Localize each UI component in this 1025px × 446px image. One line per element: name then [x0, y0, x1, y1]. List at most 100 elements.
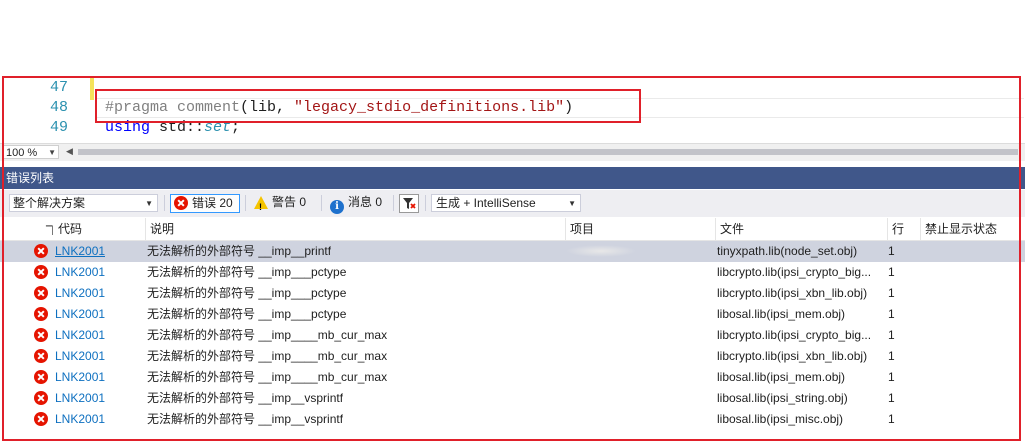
table-row[interactable]: LNK2001 无法解析的外部符号 __imp__printf tinyxpat…: [0, 241, 1025, 262]
table-row[interactable]: LNK2001 无法解析的外部符号 __imp___pctype libcryp…: [0, 262, 1025, 283]
error-icon: [34, 286, 48, 300]
line-number: 49: [49, 119, 68, 136]
change-indicator: [90, 78, 94, 100]
error-icon: [34, 328, 48, 342]
line-number: 48: [49, 99, 68, 116]
error-line: 1: [888, 286, 895, 300]
error-code-link[interactable]: LNK2001: [55, 304, 105, 325]
error-code-link[interactable]: LNK2001: [55, 283, 105, 304]
error-code-link[interactable]: LNK2001: [55, 262, 105, 283]
table-row[interactable]: LNK2001 无法解析的外部符号 __imp___pctype libcryp…: [0, 283, 1025, 304]
table-row[interactable]: LNK2001 无法解析的外部符号 __imp__vsprintf libosa…: [0, 409, 1025, 430]
header-description[interactable]: 说明: [146, 218, 566, 240]
namespace-text: std::: [150, 119, 205, 136]
error-line: 1: [888, 391, 895, 405]
error-file: libosal.lib(ipsi_mem.obj): [717, 307, 846, 321]
error-description: 无法解析的外部符号 __imp____mb_cur_max: [147, 328, 388, 342]
code-line-pragma[interactable]: #pragma comment(lib, "legacy_stdio_defin…: [105, 99, 573, 116]
build-source-value: 生成 + IntelliSense: [436, 196, 536, 210]
header-project[interactable]: 项目: [566, 218, 716, 240]
chevron-down-icon: ▼: [145, 199, 153, 208]
table-row[interactable]: LNK2001 无法解析的外部符号 __imp___pctype libosal…: [0, 304, 1025, 325]
table-row[interactable]: LNK2001 无法解析的外部符号 __imp____mb_cur_max li…: [0, 367, 1025, 388]
errors-count-label: 错误 20: [192, 196, 233, 210]
header-suppression-state[interactable]: 禁止显示状态: [921, 218, 1025, 240]
table-row[interactable]: LNK2001 无法解析的外部符号 __imp__vsprintf libosa…: [0, 388, 1025, 409]
messages-count-label: 消息 0: [348, 195, 383, 209]
error-line: 1: [888, 265, 895, 279]
error-icon: [34, 244, 48, 258]
error-icon: [34, 412, 48, 426]
pragma-args-close: ): [564, 99, 574, 116]
error-icon: [34, 391, 48, 405]
scope-dropdown[interactable]: 整个解决方案 ▼: [9, 194, 158, 212]
error-description: 无法解析的外部符号 __imp___pctype: [147, 286, 347, 300]
error-description: 无法解析的外部符号 __imp__vsprintf: [147, 391, 344, 405]
pragma-directive: #pragma comment: [105, 99, 241, 116]
warning-icon: !: [254, 196, 268, 212]
table-row[interactable]: LNK2001 无法解析的外部符号 __imp____mb_cur_max li…: [0, 325, 1025, 346]
error-icon: [34, 307, 48, 321]
header-line[interactable]: 行: [888, 218, 921, 240]
error-code-link[interactable]: LNK2001: [55, 409, 105, 430]
error-code-link[interactable]: LNK2001: [55, 388, 105, 409]
error-description: 无法解析的外部符号 __imp___pctype: [147, 265, 347, 279]
code-line-using[interactable]: using std::set;: [105, 119, 240, 136]
code-editor[interactable]: 47 48 49 #pragma comment(lib, "legacy_st…: [0, 78, 1025, 142]
warnings-count-label: 警告 0: [272, 195, 307, 209]
scroll-left-icon[interactable]: ◀: [66, 146, 73, 157]
error-code-link[interactable]: LNK2001: [55, 367, 105, 388]
zoom-dropdown[interactable]: 100 % ▼: [3, 145, 59, 159]
pragma-args-open: (lib,: [240, 99, 295, 116]
error-line: 1: [888, 412, 895, 426]
error-file: libcrypto.lib(ipsi_xbn_lib.obj): [717, 349, 868, 363]
header-icon-column[interactable]: ▔▏: [0, 218, 58, 240]
error-file: libcrypto.lib(ipsi_crypto_big...: [717, 328, 872, 342]
table-row[interactable]: LNK2001 无法解析的外部符号 __imp____mb_cur_max li…: [0, 346, 1025, 367]
header-file[interactable]: 文件: [716, 218, 888, 240]
error-line: 1: [888, 307, 895, 321]
warnings-filter-button[interactable]: ! 警告 0: [251, 194, 315, 213]
error-line: 1: [888, 244, 895, 258]
toolbar-divider: [245, 195, 246, 211]
library-string: "legacy_stdio_definitions.lib": [294, 99, 565, 116]
error-description: 无法解析的外部符号 __imp__printf: [147, 244, 332, 258]
build-source-dropdown[interactable]: 生成 + IntelliSense ▼: [431, 194, 581, 212]
error-file: libosal.lib(ipsi_mem.obj): [717, 370, 846, 384]
error-code-link[interactable]: LNK2001: [55, 346, 105, 367]
error-icon: [34, 265, 48, 279]
table-header: ▔▏ 代码 说明 项目 文件 行 禁止显示状态: [0, 218, 1025, 241]
toolbar-divider: [425, 195, 426, 211]
info-icon: i: [330, 200, 344, 214]
errors-filter-button[interactable]: 错误 20: [170, 194, 240, 213]
toolbar-divider: [393, 195, 394, 211]
header-code[interactable]: 代码: [54, 218, 146, 240]
error-description: 无法解析的外部符号 __imp__vsprintf: [147, 412, 344, 426]
editor-zoom-bar: 100 % ▼ ◀: [0, 143, 1025, 161]
line-number: 47: [49, 79, 68, 96]
error-description: 无法解析的外部符号 __imp____mb_cur_max: [147, 370, 388, 384]
messages-filter-button[interactable]: i 消息 0: [327, 194, 387, 214]
zoom-value: 100 %: [6, 147, 38, 159]
error-list-title: 错误列表: [0, 167, 1025, 189]
error-code-link[interactable]: LNK2001: [55, 241, 105, 262]
horizontal-scrollbar-thumb[interactable]: [78, 149, 1018, 155]
toolbar-divider: [164, 195, 165, 211]
filter-clear-icon: [403, 198, 416, 209]
error-description: 无法解析的外部符号 __imp___pctype: [147, 307, 347, 321]
error-description: 无法解析的外部符号 __imp____mb_cur_max: [147, 349, 388, 363]
error-file: libosal.lib(ipsi_string.obj): [717, 391, 848, 405]
error-file: libcrypto.lib(ipsi_crypto_big...: [717, 265, 872, 279]
error-line: 1: [888, 349, 895, 363]
using-keyword: using: [105, 119, 151, 136]
chevron-down-icon: ▼: [568, 199, 576, 208]
scope-value: 整个解决方案: [13, 196, 86, 210]
error-file: tinyxpath.lib(node_set.obj): [717, 244, 858, 258]
clear-filter-button[interactable]: [399, 194, 419, 213]
error-line: 1: [888, 328, 895, 342]
error-code-link[interactable]: LNK2001: [55, 325, 105, 346]
error-icon: [34, 349, 48, 363]
error-line: 1: [888, 370, 895, 384]
error-file: libcrypto.lib(ipsi_xbn_lib.obj): [717, 286, 868, 300]
error-file: libosal.lib(ipsi_misc.obj): [717, 412, 844, 426]
